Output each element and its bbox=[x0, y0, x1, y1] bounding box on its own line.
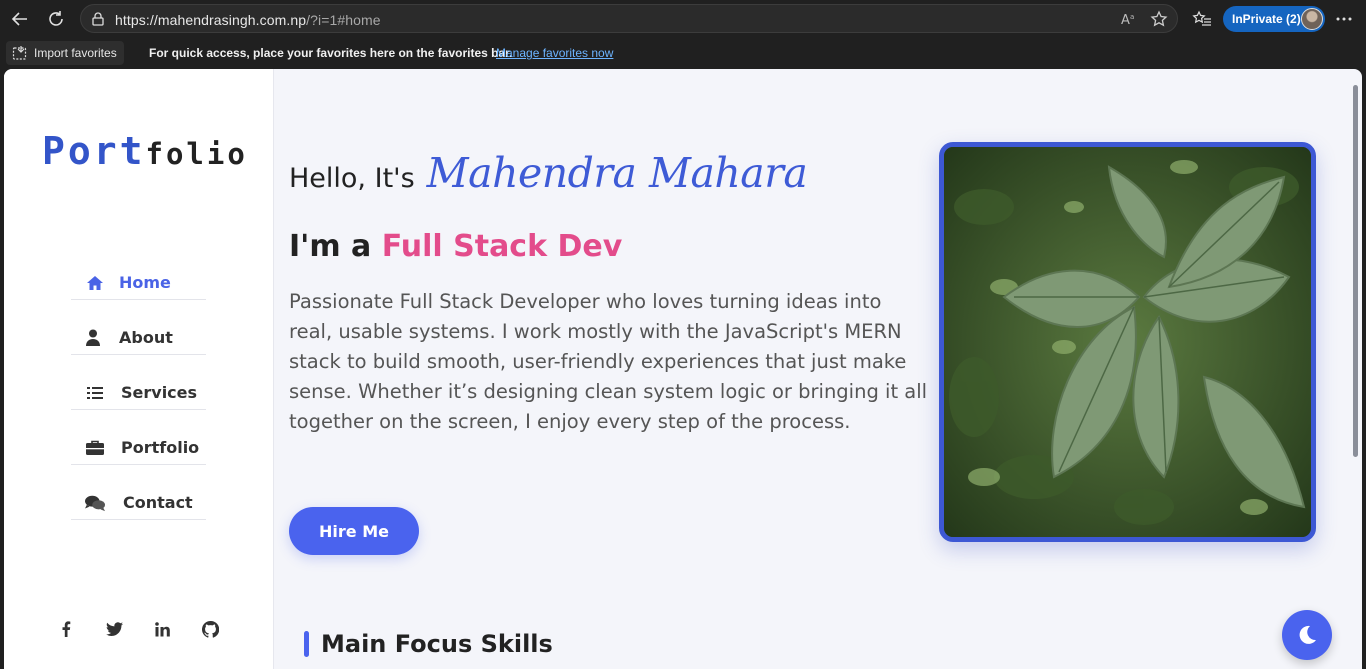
more-button[interactable] bbox=[1331, 6, 1357, 32]
import-icon bbox=[12, 46, 27, 60]
url-text: https://mahendrasingh.com.np/?i=1#home bbox=[115, 12, 381, 28]
sidebar: Portfolio Home About Services Portfolio bbox=[4, 69, 274, 669]
nav-item-services[interactable]: Services bbox=[71, 376, 206, 410]
svg-text:A: A bbox=[1121, 13, 1130, 27]
nav-item-portfolio[interactable]: Portfolio bbox=[71, 431, 206, 465]
nav-item-contact[interactable]: Contact bbox=[71, 486, 206, 520]
favorites-bar: Import favorites For quick access, place… bbox=[0, 37, 1366, 69]
inprivate-label: InPrivate (2) bbox=[1232, 12, 1301, 26]
nav-label-home: Home bbox=[119, 273, 171, 292]
skills-heading: Main Focus Skills bbox=[304, 629, 553, 659]
logo-part-folio: folio bbox=[145, 137, 248, 171]
favorites-button[interactable] bbox=[1189, 6, 1215, 32]
briefcase-icon bbox=[85, 438, 105, 458]
nav-item-home[interactable]: Home bbox=[71, 266, 206, 300]
logo-part-port: Port bbox=[42, 129, 146, 173]
lock-icon bbox=[92, 12, 104, 26]
favorites-message: For quick access, place your favorites h… bbox=[149, 46, 513, 60]
hire-me-button[interactable]: Hire Me bbox=[289, 507, 419, 555]
avatar bbox=[1301, 8, 1323, 30]
twitter-icon bbox=[105, 622, 123, 636]
twitter-link[interactable] bbox=[103, 618, 125, 640]
role-prefix: I'm a bbox=[289, 229, 372, 264]
nav-label-contact: Contact bbox=[123, 493, 193, 512]
greeting: Hello, It's Mahendra Mahara bbox=[289, 149, 808, 209]
greeting-text: Hello, It's bbox=[289, 163, 415, 194]
heading-accent-bar bbox=[304, 631, 309, 657]
manage-favorites-link[interactable]: Manage favorites now bbox=[496, 46, 613, 60]
nav-label-services: Services bbox=[121, 383, 198, 402]
linkedin-link[interactable] bbox=[151, 618, 173, 640]
bio-paragraph: Passionate Full Stack Developer who love… bbox=[289, 290, 928, 433]
scrollbar-thumb[interactable] bbox=[1353, 85, 1358, 457]
nav-item-about[interactable]: About bbox=[71, 321, 206, 355]
inprivate-badge[interactable]: InPrivate (2) bbox=[1223, 6, 1325, 32]
list-icon bbox=[85, 383, 105, 403]
ellipsis-icon bbox=[1336, 17, 1352, 21]
user-icon bbox=[83, 328, 103, 348]
facebook-icon bbox=[62, 621, 71, 637]
refresh-button[interactable] bbox=[43, 6, 69, 32]
url-host: https://mahendrasingh.com.np bbox=[115, 12, 307, 28]
url-path: /?i=1#home bbox=[306, 12, 381, 28]
webpage: Portfolio Home About Services Portfolio bbox=[4, 69, 1362, 669]
import-favorites-label: Import favorites bbox=[34, 46, 117, 60]
github-link[interactable] bbox=[199, 618, 221, 640]
skills-heading-text: Main Focus Skills bbox=[321, 630, 553, 658]
facebook-link[interactable] bbox=[55, 618, 77, 640]
logo[interactable]: Portfolio bbox=[42, 129, 248, 173]
theme-toggle-button[interactable] bbox=[1282, 610, 1332, 660]
linkedin-icon bbox=[154, 621, 170, 636]
refresh-icon bbox=[49, 11, 63, 26]
github-icon bbox=[201, 620, 219, 638]
profile-photo bbox=[939, 142, 1316, 542]
star-icon[interactable] bbox=[1150, 10, 1168, 28]
back-arrow-icon bbox=[11, 12, 27, 26]
home-icon bbox=[85, 273, 105, 293]
role-text: Full Stack Dev bbox=[381, 229, 623, 264]
import-favorites-button[interactable]: Import favorites bbox=[6, 41, 124, 65]
svg-text:a: a bbox=[1130, 13, 1134, 21]
favorites-icon bbox=[1192, 10, 1211, 26]
comments-icon bbox=[85, 493, 105, 513]
nav-label-about: About bbox=[119, 328, 173, 347]
address-bar[interactable]: https://mahendrasingh.com.np/?i=1#home A… bbox=[80, 4, 1178, 33]
nav-label-portfolio: Portfolio bbox=[121, 438, 200, 457]
moon-icon bbox=[1299, 625, 1316, 644]
read-aloud-icon[interactable]: Aa bbox=[1121, 11, 1137, 27]
role-heading: I'm a Full Stack Dev bbox=[289, 229, 622, 264]
browser-toolbar: https://mahendrasingh.com.np/?i=1#home A… bbox=[0, 0, 1366, 37]
main-content: Hello, It's Mahendra Mahara I'm a Full S… bbox=[274, 69, 1356, 669]
owner-name: Mahendra Mahara bbox=[426, 149, 808, 197]
back-button[interactable] bbox=[7, 6, 33, 32]
